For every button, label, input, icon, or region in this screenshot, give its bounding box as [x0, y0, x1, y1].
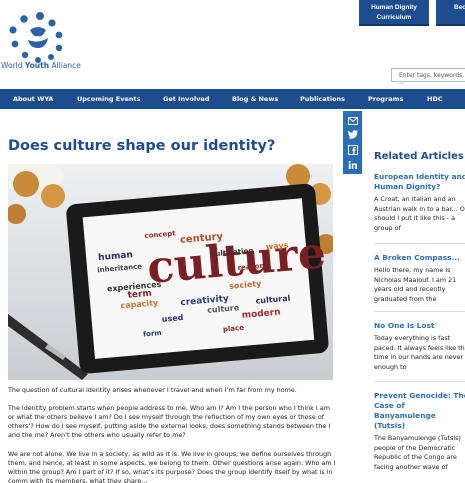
article-title: Does culture shape our identity?: [8, 138, 276, 154]
nav-publications[interactable]: Publications: [300, 89, 345, 109]
related-articles-heading: Related Articles: [374, 151, 464, 162]
article-paragraph: We are not alone. We live in a society, …: [8, 450, 336, 483]
nav-get-involved[interactable]: Get Involved: [163, 89, 209, 109]
related-article-title[interactable]: Prevent Genocide: The Case of Banyamulen…: [374, 391, 465, 431]
related-article[interactable]: No One Is Lost Today everything is fast …: [374, 321, 465, 372]
linkedin-icon[interactable]: [347, 159, 358, 170]
nav-programs[interactable]: Programs: [368, 89, 403, 109]
human-dignity-curriculum-button[interactable]: Human Dignity Curriculum: [359, 0, 429, 26]
related-article-excerpt: A Croat, an Italian and an Austrian walk…: [374, 195, 465, 232]
mail-icon[interactable]: [347, 115, 358, 126]
nav-upcoming-events[interactable]: Upcoming Events: [77, 89, 140, 109]
social-share-bar: [343, 111, 362, 174]
top-button-2[interactable]: Beo M: [436, 0, 465, 26]
nav-about-wya[interactable]: About WYA: [13, 89, 53, 109]
related-article-excerpt: Today everything is fast paced. It alway…: [374, 334, 465, 371]
facebook-icon[interactable]: [347, 144, 358, 155]
divider: [374, 381, 465, 382]
related-article[interactable]: A Broken Compass... Hello there, my name…: [374, 253, 465, 304]
nav-hdc[interactable]: HDC: [427, 89, 443, 109]
related-article-title[interactable]: No One Is Lost: [374, 321, 465, 331]
svg-text:used: used: [161, 313, 184, 324]
related-article-excerpt: The Banyamulenge (Tutsis) people of the …: [374, 434, 461, 471]
related-article-title[interactable]: European Identity and Human Dignity?: [374, 172, 465, 192]
related-article[interactable]: Prevent Genocide: The Case of Banyamulen…: [374, 391, 465, 472]
divider: [374, 243, 465, 244]
search-input[interactable]: Enter tags, keywords, ...: [391, 68, 465, 86]
nav-blog-news[interactable]: Blog & News: [232, 89, 278, 109]
svg-text:form: form: [143, 329, 162, 339]
divider: [374, 311, 465, 312]
main-nav: About WYA Upcoming Events Get Involved B…: [0, 89, 465, 109]
brand-name: World Youth Alliance: [1, 61, 81, 70]
related-article[interactable]: European Identity and Human Dignity? A C…: [374, 172, 465, 233]
article-paragraph: The question of cultural identity arises…: [8, 386, 297, 394]
article-paragraph: The identity problem starts when people …: [8, 404, 331, 439]
svg-text:term: term: [127, 289, 152, 301]
related-article-excerpt: Hello there, my name is Nicholas Maalouf…: [374, 266, 457, 303]
related-article-title[interactable]: A Broken Compass...: [374, 253, 465, 263]
twitter-icon[interactable]: [347, 129, 358, 140]
article-hero-image: culture concept human century society cu…: [8, 164, 333, 380]
